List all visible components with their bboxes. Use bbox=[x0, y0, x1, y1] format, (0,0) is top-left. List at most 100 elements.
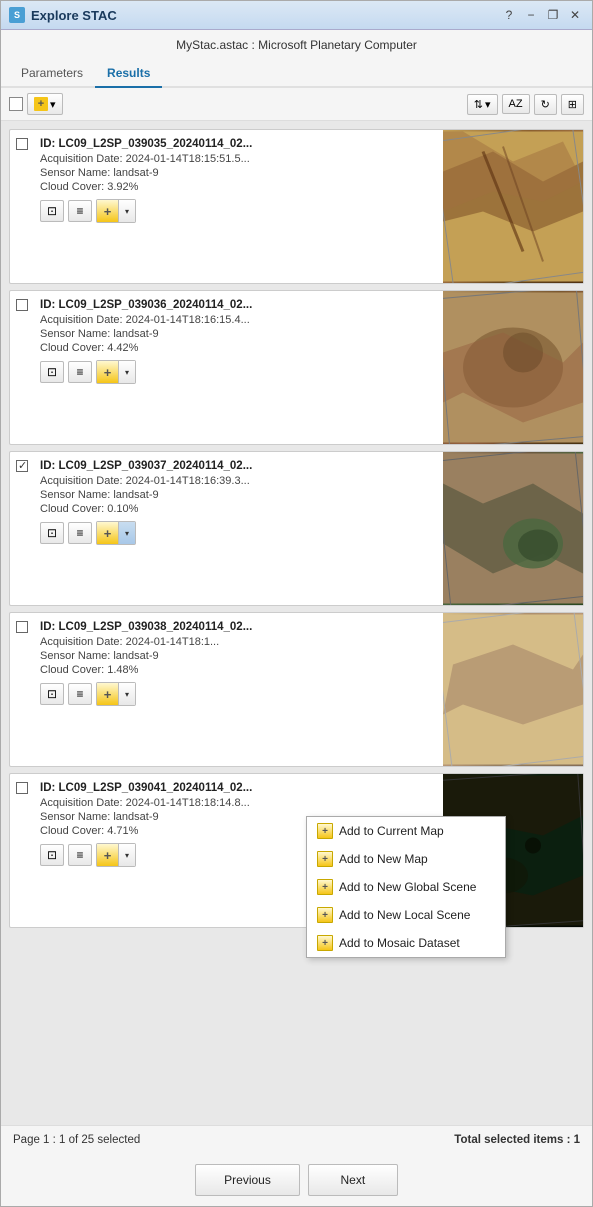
info-icon-3: ≡ bbox=[76, 526, 83, 540]
card4-footprint-btn[interactable]: ⊡ bbox=[40, 683, 64, 705]
card3-actions: ⊡ ≡ + ▾ bbox=[40, 517, 437, 551]
az-sort-button[interactable]: AZ bbox=[502, 94, 530, 114]
card1-thumbnail-svg bbox=[443, 130, 583, 283]
card1-actions: ⊡ ≡ + ▾ bbox=[40, 195, 437, 229]
tab-results[interactable]: Results bbox=[95, 60, 162, 88]
sort-icon: ⇅ bbox=[474, 98, 483, 111]
footer: Page 1 : 1 of 25 selected Total selected… bbox=[1, 1125, 592, 1154]
card4-info-btn[interactable]: ≡ bbox=[68, 683, 92, 705]
card2-cloud: Cloud Cover: 4.42% bbox=[40, 342, 437, 354]
export-button[interactable]: ⊞ bbox=[561, 94, 584, 115]
dropdown-item-mosaic[interactable]: + Add to Mosaic Dataset bbox=[307, 929, 505, 957]
dropdown-item-new-map[interactable]: + Add to New Map bbox=[307, 845, 505, 873]
card2-info-btn[interactable]: ≡ bbox=[68, 361, 92, 383]
footprint-icon-3: ⊡ bbox=[47, 526, 57, 540]
card5-add-dropdown-btn[interactable]: ▾ bbox=[119, 844, 135, 866]
toolbar-right: ⇅ ▾ AZ ↻ ⊞ bbox=[467, 94, 584, 115]
card4-checkbox[interactable] bbox=[16, 621, 28, 633]
card2-add-dropdown-btn[interactable]: ▾ bbox=[119, 361, 135, 383]
card4-add-main-btn[interactable]: + bbox=[97, 683, 119, 705]
card2-id: ID: LC09_L2SP_039036_20240114_02... bbox=[40, 299, 437, 311]
info-icon-5: ≡ bbox=[76, 848, 83, 862]
card2-add-group: + ▾ bbox=[96, 360, 136, 384]
dropdown-item-new-global[interactable]: + Add to New Global Scene bbox=[307, 873, 505, 901]
card4-thumbnail bbox=[443, 613, 583, 766]
footprint-icon: ⊡ bbox=[47, 204, 57, 218]
card3-footprint-btn[interactable]: ⊡ bbox=[40, 522, 64, 544]
dropdown-item-current-map[interactable]: + Add to Current Map bbox=[307, 817, 505, 845]
card4-content: ID: LC09_L2SP_039038_20240114_02... Acqu… bbox=[34, 613, 443, 766]
card4-thumbnail-svg bbox=[443, 613, 583, 766]
card3-left bbox=[10, 452, 34, 605]
card3-info-btn[interactable]: ≡ bbox=[68, 522, 92, 544]
card2-content: ID: LC09_L2SP_039036_20240114_02... Acqu… bbox=[34, 291, 443, 444]
restore-button[interactable]: ❐ bbox=[544, 6, 562, 24]
sort-button[interactable]: ⇅ ▾ bbox=[467, 94, 498, 115]
card4-actions: ⊡ ≡ + ▾ bbox=[40, 678, 437, 712]
card3-checkbox[interactable] bbox=[16, 460, 28, 472]
card1-add-main-btn[interactable]: + bbox=[97, 200, 119, 222]
dropdown-add-current-icon: + bbox=[317, 823, 333, 839]
info-icon-4: ≡ bbox=[76, 687, 83, 701]
card1-add-group: + ▾ bbox=[96, 199, 136, 223]
footprint-icon-4: ⊡ bbox=[47, 687, 57, 701]
card3-add-group: + ▾ bbox=[96, 521, 136, 545]
card4-cloud: Cloud Cover: 1.48% bbox=[40, 664, 437, 676]
card2-thumbnail-svg bbox=[443, 291, 583, 444]
window-title: Explore STAC bbox=[31, 8, 117, 23]
card1-sensor: Sensor Name: landsat-9 bbox=[40, 167, 437, 179]
card2-footprint-btn[interactable]: ⊡ bbox=[40, 361, 64, 383]
card5-left bbox=[10, 774, 34, 927]
nav-buttons: Previous Next bbox=[1, 1154, 592, 1206]
card2-checkbox[interactable] bbox=[16, 299, 28, 311]
footprint-icon-2: ⊡ bbox=[47, 365, 57, 379]
refresh-icon: ↻ bbox=[541, 98, 550, 111]
card1-content: ID: LC09_L2SP_039035_20240114_02... Acqu… bbox=[34, 130, 443, 283]
result-card-1: ID: LC09_L2SP_039035_20240114_02... Acqu… bbox=[9, 129, 584, 284]
help-button[interactable]: ? bbox=[500, 6, 518, 24]
close-button[interactable]: ✕ bbox=[566, 6, 584, 24]
subtitle: MyStac.astac : Microsoft Planetary Compu… bbox=[1, 30, 592, 60]
card5-footprint-btn[interactable]: ⊡ bbox=[40, 844, 64, 866]
card1-checkbox[interactable] bbox=[16, 138, 28, 150]
dropdown-arrow: ▾ bbox=[50, 98, 56, 111]
card3-sensor: Sensor Name: landsat-9 bbox=[40, 489, 437, 501]
dropdown-mosaic-label: Add to Mosaic Dataset bbox=[339, 936, 460, 950]
add-button[interactable]: + ▾ bbox=[27, 93, 63, 115]
card5-checkbox[interactable] bbox=[16, 782, 28, 794]
card2-sensor: Sensor Name: landsat-9 bbox=[40, 328, 437, 340]
page-info: Page 1 : 1 of 25 selected bbox=[13, 1134, 140, 1146]
card1-id: ID: LC09_L2SP_039035_20240114_02... bbox=[40, 138, 437, 150]
refresh-button[interactable]: ↻ bbox=[534, 94, 557, 115]
title-bar-left: S Explore STAC bbox=[9, 7, 117, 23]
dropdown-new-global-label: Add to New Global Scene bbox=[339, 880, 476, 894]
card5-add-main-btn[interactable]: + bbox=[97, 844, 119, 866]
minimize-button[interactable]: − bbox=[522, 6, 540, 24]
card5-info-btn[interactable]: ≡ bbox=[68, 844, 92, 866]
card4-sensor: Sensor Name: landsat-9 bbox=[40, 650, 437, 662]
card2-add-main-btn[interactable]: + bbox=[97, 361, 119, 383]
card1-add-dropdown-btn[interactable]: ▾ bbox=[119, 200, 135, 222]
card1-footprint-btn[interactable]: ⊡ bbox=[40, 200, 64, 222]
card3-content: ID: LC09_L2SP_039037_20240114_02... Acqu… bbox=[34, 452, 443, 605]
info-icon: ≡ bbox=[76, 204, 83, 218]
previous-button[interactable]: Previous bbox=[195, 1164, 300, 1196]
card4-id: ID: LC09_L2SP_039038_20240114_02... bbox=[40, 621, 437, 633]
card4-add-group: + ▾ bbox=[96, 682, 136, 706]
card4-add-dropdown-btn[interactable]: ▾ bbox=[119, 683, 135, 705]
dropdown-add-new-map-icon: + bbox=[317, 851, 333, 867]
card3-add-dropdown-btn[interactable]: ▾ bbox=[119, 522, 135, 544]
az-icon: AZ bbox=[509, 98, 523, 110]
dropdown-new-map-label: Add to New Map bbox=[339, 852, 428, 866]
result-card-3: ID: LC09_L2SP_039037_20240114_02... Acqu… bbox=[9, 451, 584, 606]
card1-info-btn[interactable]: ≡ bbox=[68, 200, 92, 222]
card2-acquisition: Acquisition Date: 2024-01-14T18:16:15.4.… bbox=[40, 314, 437, 326]
next-button[interactable]: Next bbox=[308, 1164, 398, 1196]
card3-add-main-btn[interactable]: + bbox=[97, 522, 119, 544]
card3-id: ID: LC09_L2SP_039037_20240114_02... bbox=[40, 460, 437, 472]
card4-left bbox=[10, 613, 34, 766]
select-all-checkbox[interactable] bbox=[9, 97, 23, 111]
dropdown-add-global-icon: + bbox=[317, 879, 333, 895]
tab-parameters[interactable]: Parameters bbox=[9, 60, 95, 88]
dropdown-item-new-local[interactable]: + Add to New Local Scene bbox=[307, 901, 505, 929]
